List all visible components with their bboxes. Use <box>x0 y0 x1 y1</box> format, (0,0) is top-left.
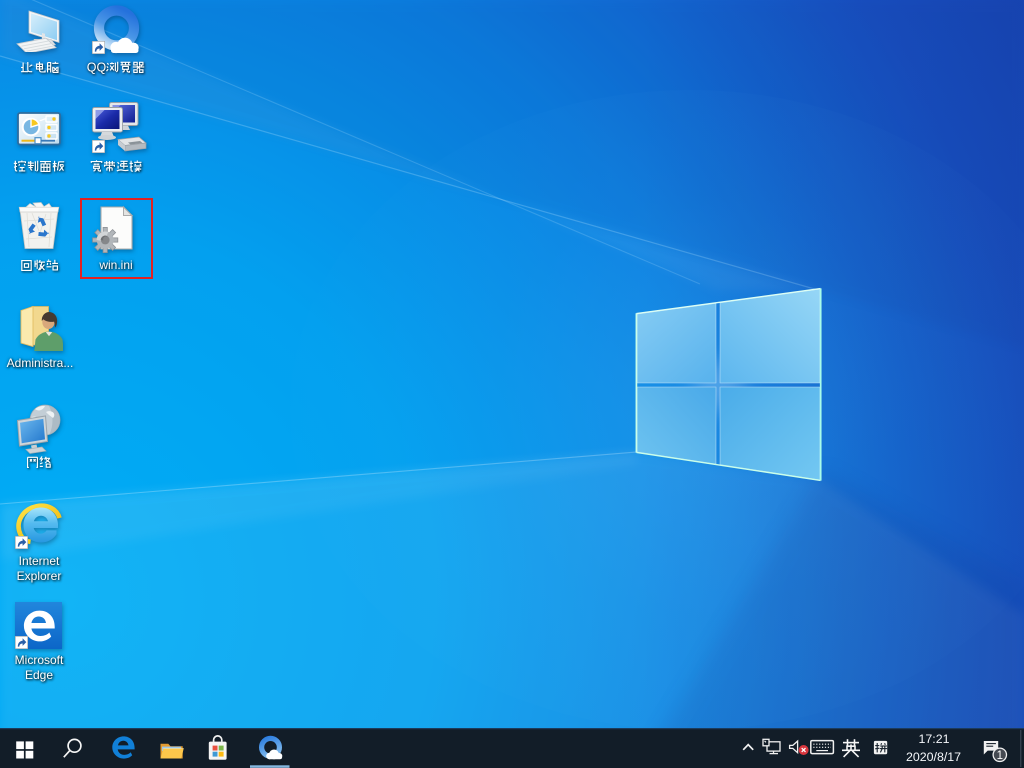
svg-text:1: 1 <box>997 750 1003 762</box>
svg-text:17:21: 17:21 <box>918 732 949 746</box>
svg-text:2020/8/17: 2020/8/17 <box>906 750 961 764</box>
